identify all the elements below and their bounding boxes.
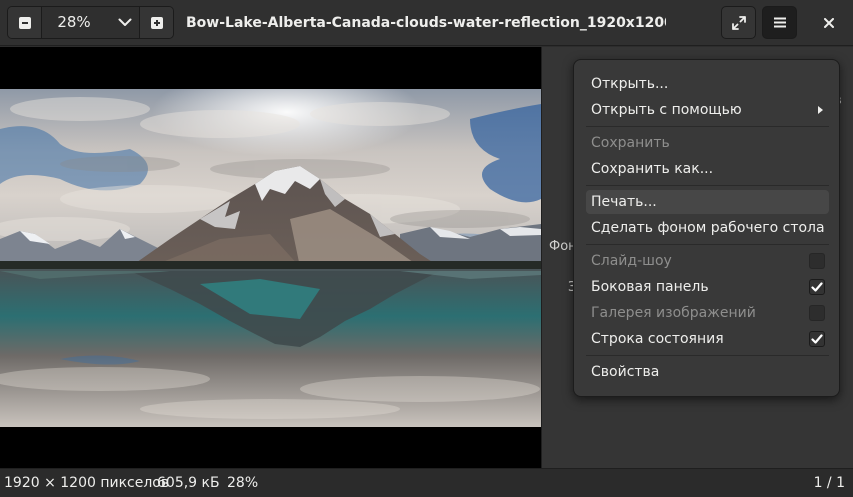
zoom-out-button[interactable]	[8, 7, 42, 38]
checkmark-icon	[811, 282, 823, 292]
menu-separator	[586, 355, 829, 356]
close-icon	[823, 17, 834, 28]
image-view[interactable]	[0, 47, 541, 468]
menu-item-save-as[interactable]: Сохранить как...	[586, 157, 829, 181]
menu-separator	[586, 126, 829, 127]
main-menu-popover: Открыть... Открыть с помощью Сохранить С…	[573, 59, 840, 397]
menu-item-slideshow[interactable]: Слайд-шоу	[586, 249, 829, 273]
zoom-dropdown-button[interactable]	[112, 7, 138, 38]
submenu-arrow-icon	[818, 106, 823, 114]
menu-item-properties[interactable]: Свойства	[586, 360, 829, 384]
checkmark-icon	[811, 334, 823, 344]
menu-item-gallery[interactable]: Галерея изображений	[586, 301, 829, 325]
menu-item-statusbar[interactable]: Строка состояния	[586, 327, 829, 351]
menu-item-label: Строка состояния	[591, 331, 724, 347]
menu-item-open[interactable]: Открыть...	[586, 72, 829, 96]
slideshow-checkbox[interactable]	[809, 253, 825, 269]
menu-separator	[586, 244, 829, 245]
menu-item-save[interactable]: Сохранить	[586, 131, 829, 155]
photo-image	[0, 89, 541, 427]
menu-item-side-panel[interactable]: Боковая панель	[586, 275, 829, 299]
hamburger-menu-icon	[773, 17, 786, 28]
gallery-checkbox[interactable]	[809, 305, 825, 321]
menu-item-label: Галерея изображений	[591, 305, 756, 321]
zoom-control: 28%	[7, 6, 174, 39]
menu-item-label: Боковая панель	[591, 279, 709, 295]
menu-separator	[586, 185, 829, 186]
zoom-out-icon	[18, 16, 31, 29]
status-zoom: 28%	[227, 475, 259, 491]
side-panel-checkbox[interactable]	[809, 279, 825, 295]
menu-item-open-with[interactable]: Открыть с помощью	[586, 98, 829, 122]
menu-item-print[interactable]: Печать...	[586, 190, 829, 214]
statusbar-checkbox[interactable]	[809, 331, 825, 347]
chevron-down-icon	[118, 18, 132, 26]
main-menu-button[interactable]	[762, 6, 797, 39]
image-position: 1 / 1	[813, 475, 845, 491]
fullscreen-button[interactable]	[721, 6, 756, 39]
status-bar: 1920 × 1200 пикселов 605,9 кБ 28% 1 / 1	[0, 468, 853, 497]
zoom-in-button[interactable]	[139, 7, 173, 38]
zoom-in-icon	[150, 16, 163, 29]
close-button[interactable]	[812, 6, 845, 39]
fullscreen-icon	[731, 15, 746, 30]
header-bar: 28% Bow-Lake-Alberta-Canada-clouds-water…	[0, 0, 853, 46]
file-size: 605,9 кБ	[157, 475, 220, 491]
menu-item-set-wallpaper[interactable]: Сделать фоном рабочего стола	[586, 216, 829, 240]
menu-item-label: Открыть с помощью	[591, 102, 742, 118]
image-dimensions: 1920 × 1200 пикселов	[4, 475, 170, 491]
window-title: Bow-Lake-Alberta-Canada-clouds-water-ref…	[186, 15, 666, 31]
zoom-value[interactable]: 28%	[42, 7, 106, 38]
menu-item-label: Слайд-шоу	[591, 253, 672, 269]
